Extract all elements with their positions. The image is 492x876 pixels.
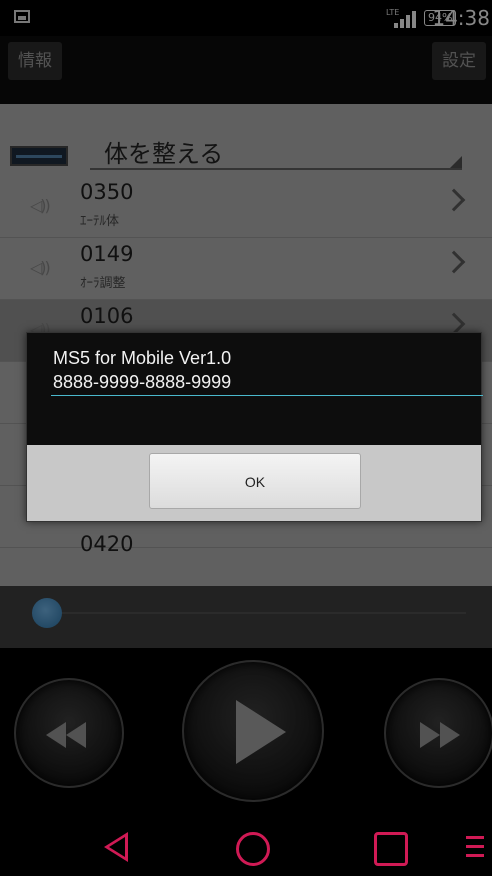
dialog-divider	[51, 395, 483, 396]
recent-apps-icon[interactable]	[374, 832, 408, 866]
navigation-bar	[0, 818, 492, 876]
back-icon[interactable]	[104, 832, 128, 862]
version-dialog: MS5 for Mobile Ver1.0 8888-9999-8888-999…	[26, 332, 483, 522]
menu-icon[interactable]	[466, 836, 484, 858]
ok-button[interactable]: OK	[149, 453, 361, 509]
dialog-app-version: MS5 for Mobile Ver1.0	[53, 348, 232, 368]
dialog-serial-number: 8888-9999-8888-9999	[53, 372, 232, 392]
home-icon[interactable]	[236, 832, 270, 866]
dialog-footer: OK	[27, 445, 481, 521]
